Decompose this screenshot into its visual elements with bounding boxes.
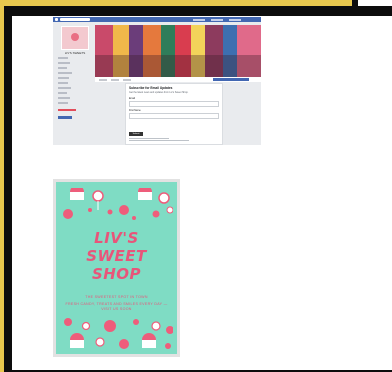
tab (111, 78, 119, 81)
poster-title-line2: SWEET (86, 247, 147, 265)
nav-item (229, 18, 241, 21)
cover-photo (95, 25, 261, 77)
sidebar-item-active (58, 109, 76, 111)
candy-decorations-top-icon (63, 188, 173, 220)
email-label: Email (129, 97, 135, 100)
candy-decorations-bottom-icon (64, 318, 173, 349)
create-page-button (58, 116, 72, 119)
email-field (129, 101, 219, 107)
facebook-top-bar (53, 17, 261, 22)
tab (123, 78, 131, 81)
poster-title-line3: SHOP (91, 265, 142, 283)
sidebar-item (58, 67, 67, 69)
facebook-logo-icon (55, 18, 58, 21)
sidebar-item (58, 97, 70, 99)
poster-body: FRESH CANDY, TREATS AND SMILES EVERY DAY… (65, 302, 168, 311)
sweet-shop-poster[interactable]: LIV'S SWEET SHOP THE SWEETEST SPOT IN TO… (53, 179, 180, 357)
page-name: LIV'S SWEETS (64, 51, 86, 55)
subscribe-form: Subscribe for Email Updates Get the late… (125, 83, 223, 145)
first-name-field (129, 113, 219, 119)
sidebar-item (58, 82, 68, 84)
sidebar-item (58, 57, 68, 59)
poster-background: LIV'S SWEET SHOP THE SWEETEST SPOT IN TO… (56, 182, 177, 354)
facebook-page-screenshot[interactable]: LIV'S SWEETS Subscribe for Email Updates (53, 17, 261, 145)
page-avatar (61, 26, 89, 50)
page-tabs (95, 77, 261, 82)
call-to-action-button (213, 78, 249, 81)
top-frame-gap (358, 0, 392, 6)
tab (99, 78, 107, 81)
poster-tagline: THE SWEETEST SPOT IN TOWN (85, 295, 148, 299)
sidebar-item (58, 92, 67, 94)
nav-item (211, 18, 223, 21)
sidebar-item (58, 62, 70, 64)
page-sidebar: LIV'S SWEETS (55, 24, 93, 124)
form-fine-print (129, 138, 169, 139)
form-fine-print (129, 140, 189, 141)
nav-item (193, 18, 205, 21)
form-title: Subscribe for Email Updates (129, 86, 173, 90)
sidebar-item (58, 72, 72, 74)
sidebar-item (58, 102, 68, 104)
search-input (60, 18, 90, 21)
sidebar-item (58, 77, 69, 79)
form-description: Get the latest news and updates from Liv… (129, 91, 189, 94)
submit-button: Submit (129, 132, 143, 136)
logo-circle-icon (71, 33, 79, 41)
poster-title-line1: LIV'S (94, 229, 139, 247)
first-name-label: First Name (129, 109, 141, 112)
sidebar-item (58, 87, 71, 89)
